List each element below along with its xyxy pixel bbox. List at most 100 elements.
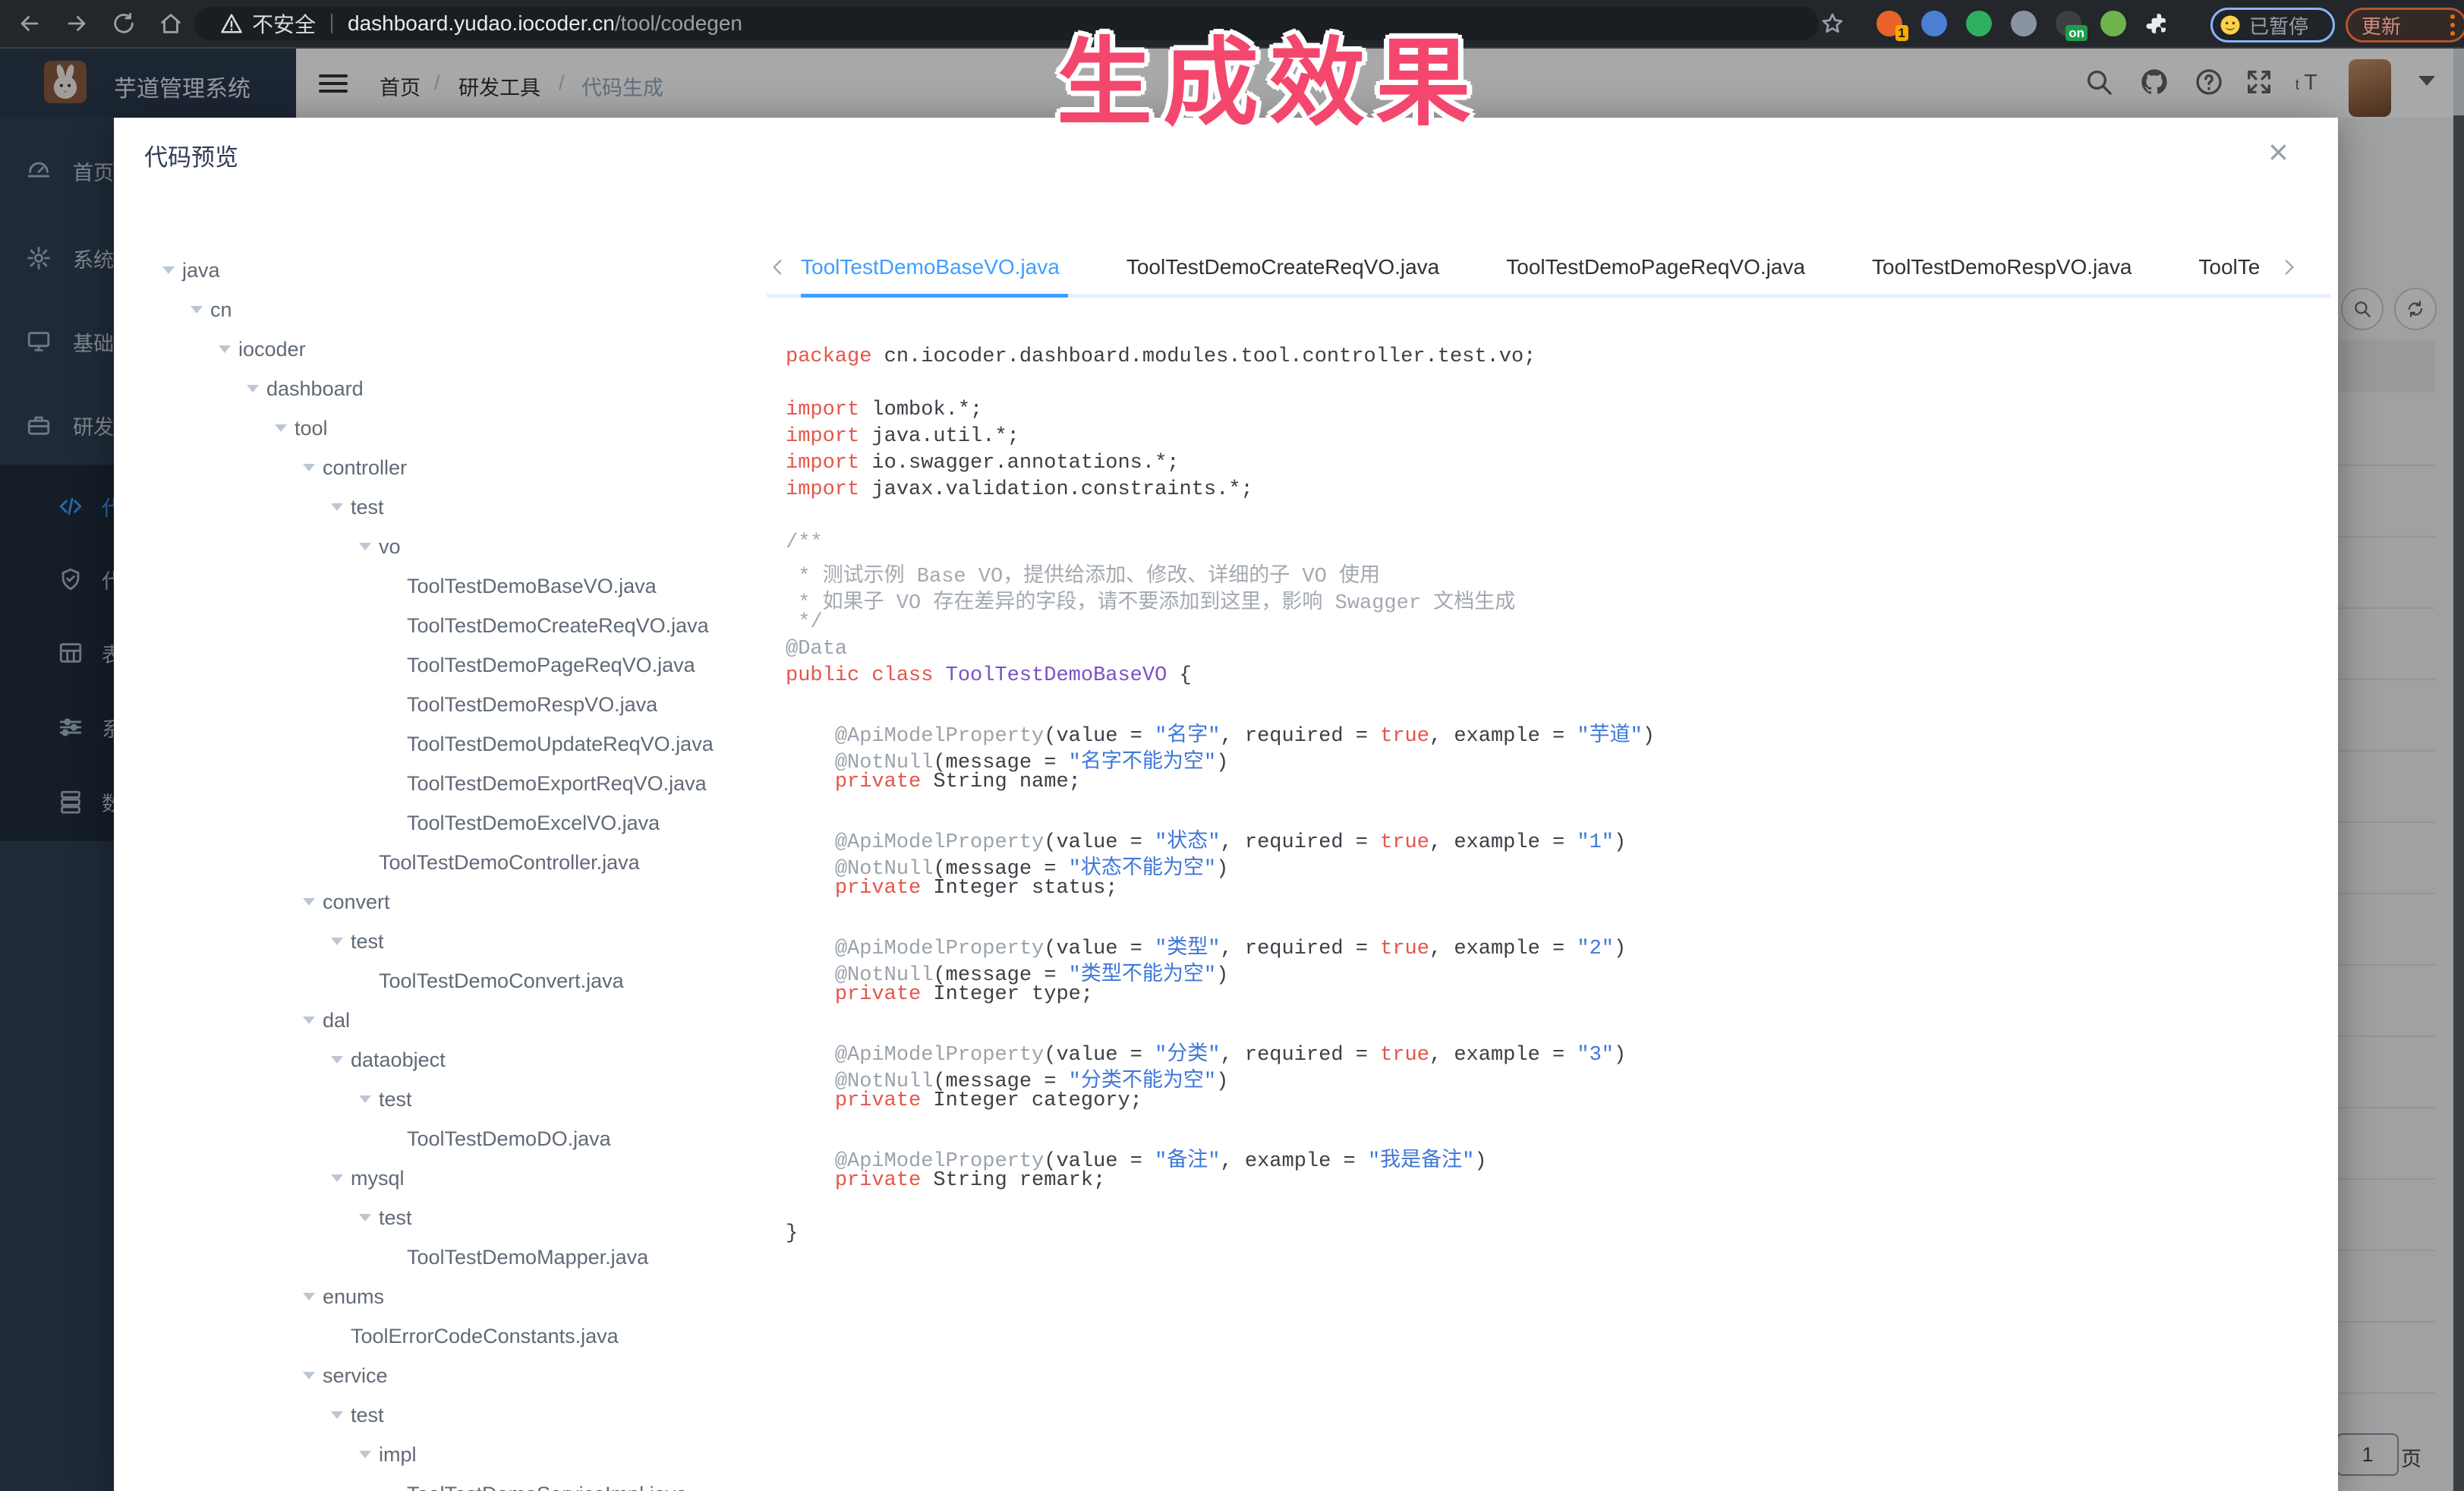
code-line: public class ToolTestDemoBaseVO { bbox=[786, 664, 2304, 691]
tree-node[interactable]: ToolTestDemoServiceImpl.java bbox=[144, 1474, 751, 1491]
caret-down-icon[interactable] bbox=[275, 424, 295, 432]
tree-node[interactable]: ToolTestDemoCreateReqVO.java bbox=[144, 606, 751, 645]
gem-extension-icon[interactable] bbox=[1921, 11, 1947, 36]
tree-node[interactable]: test bbox=[144, 922, 751, 961]
caret-down-icon[interactable] bbox=[303, 464, 323, 471]
code-line bbox=[786, 505, 2304, 531]
caret-down-icon[interactable] bbox=[191, 306, 210, 314]
tree-node[interactable]: mysql bbox=[144, 1158, 751, 1198]
browser-home-icon[interactable] bbox=[158, 11, 184, 36]
caret-down-icon[interactable] bbox=[162, 266, 182, 274]
tree-node[interactable]: convert bbox=[144, 882, 751, 922]
close-icon[interactable]: × bbox=[2268, 131, 2289, 172]
dialog-title: 代码预览 bbox=[144, 138, 238, 172]
tree-node-label: vo bbox=[379, 535, 401, 559]
page-scrollbar[interactable] bbox=[2453, 47, 2464, 1491]
caret-down-icon[interactable] bbox=[219, 345, 238, 353]
caret-down-icon bbox=[387, 819, 407, 827]
tree-node[interactable]: dataobject bbox=[144, 1040, 751, 1080]
tree-node[interactable]: dashboard bbox=[144, 369, 751, 408]
code-line bbox=[786, 691, 2304, 717]
update-label: 更新 bbox=[2362, 11, 2401, 39]
caret-down-icon[interactable] bbox=[331, 938, 351, 945]
tree-node[interactable]: ToolTestDemoPageReqVO.java bbox=[144, 645, 751, 685]
code-line bbox=[786, 1116, 2304, 1143]
code-block: package cn.iocoder.dashboard.modules.too… bbox=[786, 345, 2304, 1249]
tree-node[interactable]: enums bbox=[144, 1277, 751, 1316]
caret-down-icon[interactable] bbox=[303, 898, 323, 906]
tree-node-label: ToolTestDemoMapper.java bbox=[407, 1246, 648, 1269]
file-tab[interactable]: ToolTe bbox=[2198, 245, 2260, 289]
caret-down-icon[interactable] bbox=[331, 1174, 351, 1182]
caret-down-icon[interactable] bbox=[303, 1293, 323, 1300]
tabs-scroll-right-icon[interactable] bbox=[2279, 257, 2299, 277]
browser-forward-icon[interactable] bbox=[64, 11, 90, 36]
file-tab[interactable]: ToolTestDemoPageReqVO.java bbox=[1506, 245, 1805, 289]
caret-down-icon[interactable] bbox=[331, 503, 351, 511]
tree-node[interactable]: ToolTestDemoExcelVO.java bbox=[144, 803, 751, 843]
tree-node[interactable]: iocoder bbox=[144, 329, 751, 369]
tree-node-label: dashboard bbox=[266, 377, 364, 401]
tree-node[interactable]: tool bbox=[144, 408, 751, 448]
tree-node-label: ToolTestDemoUpdateReqVO.java bbox=[407, 733, 714, 756]
code-line: /** bbox=[786, 531, 2304, 558]
file-tab[interactable]: ToolTestDemoCreateReqVO.java bbox=[1126, 245, 1439, 289]
tree-node[interactable]: cn bbox=[144, 290, 751, 329]
tree-node[interactable]: dal bbox=[144, 1001, 751, 1040]
file-tab[interactable]: ToolTestDemoBaseVO.java bbox=[801, 245, 1060, 289]
menu-dots-icon[interactable] bbox=[2450, 14, 2456, 36]
tabs-scroll-left-icon[interactable] bbox=[768, 257, 788, 277]
caret-down-icon[interactable] bbox=[331, 1056, 351, 1064]
code-line: private Integer status; bbox=[786, 877, 2304, 903]
tree-node-label: ToolTestDemoPageReqVO.java bbox=[407, 654, 695, 677]
ubuntu-extension-icon[interactable]: 1 bbox=[1876, 11, 1902, 36]
tree-node[interactable]: ToolTestDemoMapper.java bbox=[144, 1237, 751, 1277]
tree-node[interactable]: ToolTestDemoConvert.java bbox=[144, 961, 751, 1001]
tree-node[interactable]: ToolErrorCodeConstants.java bbox=[144, 1316, 751, 1356]
caret-down-icon[interactable] bbox=[359, 1095, 379, 1103]
tree-node[interactable]: controller bbox=[144, 448, 751, 487]
tree-node[interactable]: ToolTestDemoDO.java bbox=[144, 1119, 751, 1158]
tree-node[interactable]: test bbox=[144, 1395, 751, 1435]
code-line: @ApiModelProperty(value = "分类", required… bbox=[786, 1036, 2304, 1063]
emoji-face-icon bbox=[2219, 14, 2242, 36]
code-line: } bbox=[786, 1222, 2304, 1249]
tree-node[interactable]: ToolTestDemoUpdateReqVO.java bbox=[144, 724, 751, 764]
green-circle-extension-icon[interactable] bbox=[1966, 11, 1992, 36]
browser-reload-icon[interactable] bbox=[111, 11, 137, 36]
tree-node[interactable]: ToolTestDemoRespVO.java bbox=[144, 685, 751, 724]
tree-node[interactable]: test bbox=[144, 1080, 751, 1119]
grid-extension-icon[interactable] bbox=[2011, 11, 2037, 36]
caret-down-icon[interactable] bbox=[359, 1451, 379, 1458]
puzzle-extension-icon[interactable] bbox=[2145, 11, 2171, 36]
tree-node[interactable]: vo bbox=[144, 527, 751, 566]
caret-down-icon bbox=[359, 977, 379, 985]
code-line: import javax.validation.constraints.*; bbox=[786, 478, 2304, 505]
tree-node[interactable]: impl bbox=[144, 1435, 751, 1474]
tree-node[interactable]: test bbox=[144, 1198, 751, 1237]
address-bar[interactable]: 不安全 dashboard.yudao.iocoder.cn/tool/code… bbox=[194, 7, 1819, 40]
extensions-area: 1 on bbox=[1876, 11, 2171, 36]
tree-node[interactable]: java bbox=[144, 251, 751, 290]
caret-down-icon[interactable] bbox=[359, 543, 379, 550]
security-label[interactable]: 不安全 bbox=[252, 8, 316, 39]
list-extension-icon[interactable]: on bbox=[2056, 11, 2081, 36]
caret-down-icon[interactable] bbox=[303, 1372, 323, 1379]
file-tab[interactable]: ToolTestDemoRespVO.java bbox=[1872, 245, 2132, 289]
bookmark-star-icon[interactable] bbox=[1820, 11, 1845, 36]
tree-node[interactable]: test bbox=[144, 487, 751, 527]
caret-down-icon[interactable] bbox=[303, 1017, 323, 1024]
tree-node[interactable]: ToolTestDemoExportReqVO.java bbox=[144, 764, 751, 803]
tree-node-label: ToolTestDemoDO.java bbox=[407, 1127, 611, 1151]
caret-down-icon[interactable] bbox=[331, 1411, 351, 1419]
sprout-extension-icon[interactable] bbox=[2100, 11, 2126, 36]
caret-down-icon bbox=[387, 740, 407, 748]
tree-node[interactable]: service bbox=[144, 1356, 751, 1395]
tree-node[interactable]: ToolTestDemoBaseVO.java bbox=[144, 566, 751, 606]
tree-node[interactable]: ToolTestDemoController.java bbox=[144, 843, 751, 882]
paused-chip[interactable]: 已暂停 bbox=[2210, 8, 2335, 43]
caret-down-icon[interactable] bbox=[359, 1214, 379, 1221]
browser-back-icon[interactable] bbox=[17, 11, 43, 36]
caret-down-icon[interactable] bbox=[247, 385, 266, 392]
update-button[interactable]: 更新 bbox=[2346, 8, 2464, 43]
